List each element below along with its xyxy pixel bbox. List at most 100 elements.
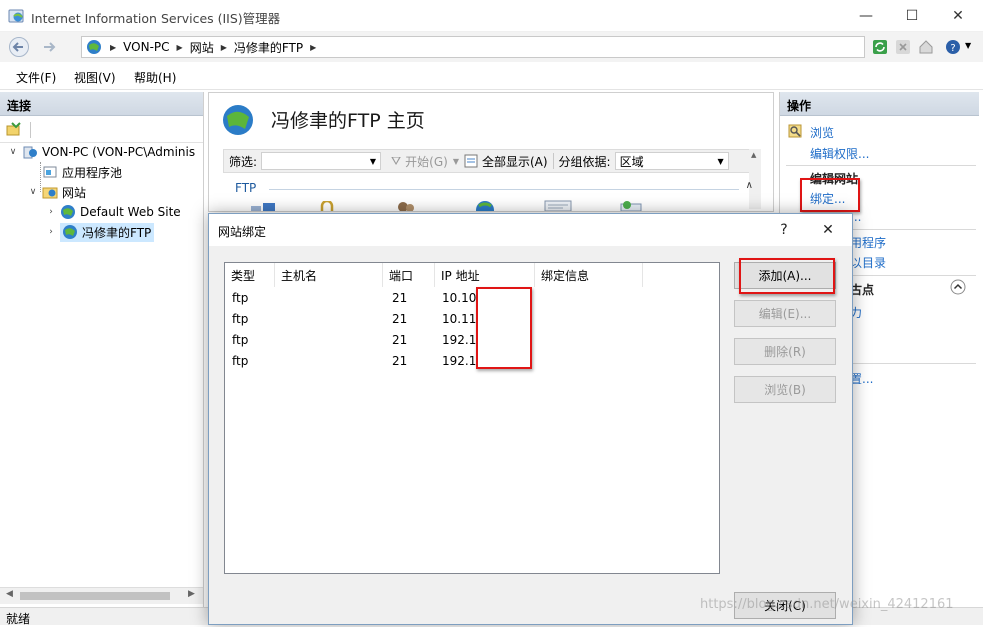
close-icon: ✕ <box>822 222 834 238</box>
scroll-left-icon[interactable]: ◀ <box>6 589 13 599</box>
column-port[interactable]: 端口 <box>383 263 435 287</box>
action-advanced-settings-partial[interactable]: 置... <box>850 370 873 387</box>
expand-icon[interactable]: › <box>46 227 56 237</box>
log-feature-icon[interactable] <box>543 199 573 211</box>
connections-toolbar <box>0 117 203 143</box>
cell-type: ftp <box>232 291 249 305</box>
collapse-section-icon[interactable] <box>950 279 966 295</box>
globe-feature-icon[interactable] <box>469 200 499 211</box>
users-feature-icon[interactable] <box>395 201 417 211</box>
action-view-applications[interactable]: 用程序 <box>850 234 886 251</box>
stop-icon[interactable] <box>895 39 911 55</box>
scroll-right-icon[interactable]: ▶ <box>188 589 195 599</box>
help-icon[interactable]: ? <box>945 39 961 55</box>
maximize-button[interactable]: ☐ <box>889 0 935 32</box>
start-filter-button[interactable]: ⛛ 开始(G) <box>386 153 453 170</box>
globe-icon <box>63 225 77 239</box>
breadcrumb-server[interactable]: VON-PC <box>116 40 176 54</box>
filter-input[interactable]: ▼ <box>261 152 382 170</box>
add-button-highlight <box>739 258 835 294</box>
breadcrumb-ftp-site[interactable]: 冯修聿的FTP <box>227 39 310 56</box>
action-edit-permissions[interactable]: 编辑权限... <box>810 145 869 162</box>
collapse-group-icon[interactable]: ∧ <box>746 180 753 191</box>
action-view-virtual-dirs[interactable]: 以目录 <box>850 254 886 271</box>
column-hostname[interactable]: 主机名 <box>275 263 383 287</box>
chevron-down-icon: ▼ <box>717 156 724 166</box>
vertical-scrollbar[interactable]: ▲ <box>749 149 761 209</box>
browse-binding-button[interactable]: 浏览(B) <box>734 376 836 403</box>
scroll-up-icon[interactable]: ▲ <box>751 151 756 159</box>
filter-group: 筛选: ▼ <box>224 152 386 170</box>
collapse-icon[interactable]: ∨ <box>28 187 38 197</box>
dialog-close-button[interactable]: ✕ <box>813 219 843 241</box>
ftp-feature-icon[interactable] <box>247 201 277 211</box>
chevron-down-icon: ▼ <box>369 156 377 166</box>
connect-icon[interactable] <box>6 121 22 137</box>
forward-button[interactable] <box>36 36 62 58</box>
filter-bar: 筛选: ▼ ⛛ 开始(G) ▼ 全部显示(A) 分组依据: 区域 ▼ <box>223 149 759 173</box>
collapse-icon[interactable]: ∨ <box>8 147 18 157</box>
remove-binding-button[interactable]: 删除(R) <box>734 338 836 365</box>
tree-item-ftp-site[interactable]: › 冯修聿的FTP <box>46 222 155 242</box>
group-by-value: 区域 <box>619 154 644 169</box>
tree-label-default-site: Default Web Site <box>80 205 181 219</box>
column-type[interactable]: 类型 <box>225 263 275 287</box>
messages-feature-icon[interactable] <box>619 201 645 211</box>
forward-arrow-icon <box>44 42 56 52</box>
group-header-ftp[interactable]: FTP ∧ <box>235 180 761 197</box>
breadcrumb-sites[interactable]: 网站 <box>183 39 221 56</box>
address-breadcrumb[interactable]: ▶ VON-PC ▶ 网站 ▶ 冯修聿的FTP ▶ <box>81 36 865 58</box>
site-globe-icon <box>223 105 253 135</box>
expand-icon[interactable]: › <box>46 207 56 217</box>
show-all-button[interactable]: 全部显示(A) <box>459 153 553 170</box>
site-bindings-dialog: 网站绑定 ? ✕ 类型 主机名 端口 IP 地址 绑定信息 ftp 21 10.… <box>208 213 853 625</box>
home-icon[interactable] <box>918 39 934 55</box>
connections-header: 连接 <box>0 92 203 116</box>
dialog-help-button[interactable]: ? <box>769 219 799 241</box>
group-by-label: 分组依据: <box>558 154 611 169</box>
refresh-icon[interactable] <box>872 39 888 55</box>
tree-item-sites[interactable]: ∨ 网站 <box>28 182 86 202</box>
action-browse[interactable]: 浏览 <box>810 124 834 141</box>
selected-tree-item: 冯修聿的FTP <box>60 222 155 242</box>
minimize-button[interactable]: — <box>843 0 889 32</box>
group-by-select[interactable]: 区域 ▼ <box>614 152 729 170</box>
status-text: 就绪 <box>6 612 31 626</box>
lock-feature-icon[interactable] <box>319 201 335 211</box>
tree-item-server[interactable]: ∨ VON-PC (VON-PC\Adminis <box>8 142 195 162</box>
column-binding-info[interactable]: 绑定信息 <box>535 263 643 287</box>
back-arrow-icon <box>9 37 29 57</box>
globe-icon <box>61 205 75 219</box>
breadcrumb-separator: ▶ <box>310 42 317 52</box>
back-button[interactable] <box>6 36 32 58</box>
server-icon <box>23 146 37 159</box>
close-window-button[interactable]: ✕ <box>935 0 981 32</box>
horizontal-scrollbar[interactable]: ◀ ▶ <box>0 587 203 604</box>
column-ip[interactable]: IP 地址 <box>435 263 535 287</box>
watermark: https://blog.csdn.net/weixin_42412161 <box>700 597 954 612</box>
cell-type: ftp <box>232 312 249 326</box>
bindings-list[interactable]: 类型 主机名 端口 IP 地址 绑定信息 ftp 21 10.100 ftp 2… <box>224 262 720 574</box>
page-title: 冯修聿的FTP 主页 <box>271 110 425 132</box>
iis-app-icon <box>8 9 24 23</box>
close-icon: ✕ <box>952 8 964 24</box>
menu-view[interactable]: 视图(V) <box>74 69 116 86</box>
menu-help[interactable]: 帮助(H) <box>134 69 176 86</box>
actions-divider <box>786 165 976 166</box>
group-divider <box>269 189 739 190</box>
tree-item-app-pools[interactable]: 应用程序池 <box>28 162 122 182</box>
address-toolbar: ▶ VON-PC ▶ 网站 ▶ 冯修聿的FTP ▶ ? ▼ <box>0 32 983 62</box>
tree-item-default-site[interactable]: › Default Web Site <box>46 202 181 222</box>
tree-label-app-pools: 应用程序池 <box>62 165 123 180</box>
minimize-icon: — <box>859 8 873 24</box>
app-pool-icon <box>43 166 57 178</box>
connections-pane: 连接 ∨ VON-PC (VON-PC\Adminis 应用程序池 ∨ 网站 ›… <box>0 92 204 608</box>
menu-file[interactable]: 文件(F) <box>16 69 56 86</box>
help-dropdown-arrow-icon[interactable]: ▼ <box>965 41 971 50</box>
window-title: Internet Information Services (IIS)管理器 <box>31 11 281 26</box>
dialog-title-bar: 网站绑定 ? ✕ <box>209 214 852 246</box>
maximize-icon: ☐ <box>905 8 919 24</box>
title-bar: Internet Information Services (IIS)管理器 —… <box>0 0 983 32</box>
scrollbar-thumb[interactable] <box>20 592 170 600</box>
edit-binding-button[interactable]: 编辑(E)... <box>734 300 836 327</box>
